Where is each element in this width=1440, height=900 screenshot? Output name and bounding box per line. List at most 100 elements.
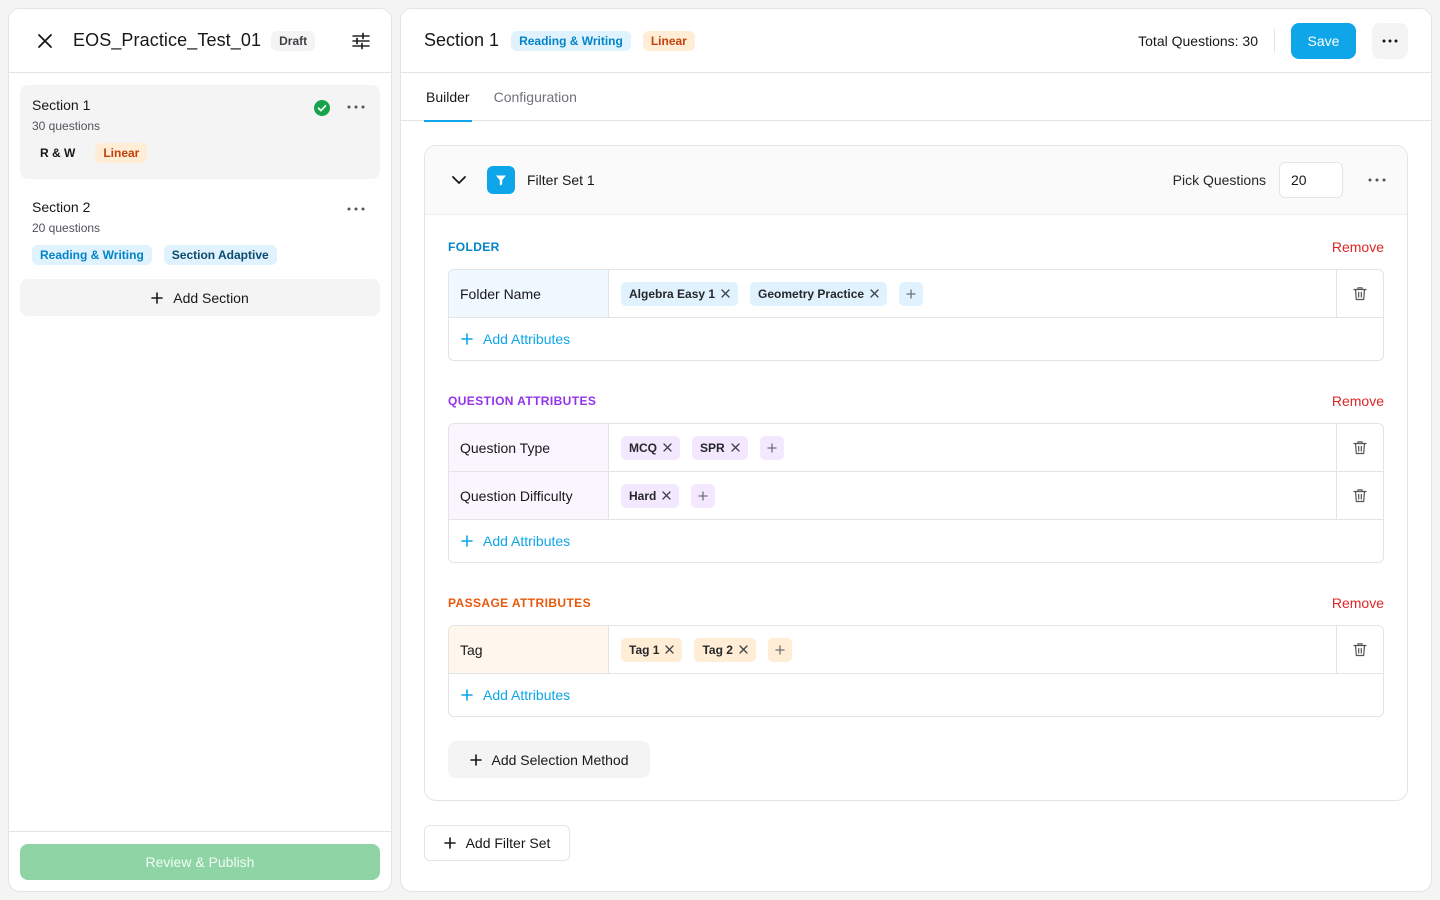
pick-questions-label: Pick Questions: [1172, 172, 1266, 188]
add-filter-set-label: Add Filter Set: [465, 835, 551, 851]
check-circle-icon: [314, 100, 330, 116]
chip-label: SPR: [700, 440, 725, 455]
add-selection-method-label: Add Selection Method: [491, 751, 629, 768]
section-type-tag: Reading & Writing: [32, 245, 152, 265]
folder-group: FOLDER Remove Folder Name Algebra Easy 1: [448, 235, 1384, 361]
plus-icon: [151, 291, 164, 304]
filter-set-more-button[interactable]: [1365, 170, 1389, 190]
plus-icon: [461, 689, 473, 701]
attribute-label: Tag: [449, 626, 609, 673]
collapse-button[interactable]: [445, 166, 473, 194]
close-icon[interactable]: [731, 443, 740, 452]
section-more-button[interactable]: [344, 199, 368, 219]
attribute-values: Tag 1 Tag 2: [609, 626, 1336, 673]
tab-builder[interactable]: Builder: [424, 73, 472, 122]
add-attributes-label: Add Attributes: [483, 331, 571, 347]
add-selection-method-button[interactable]: Add Selection Method: [448, 741, 650, 778]
group-title: FOLDER: [448, 240, 500, 254]
sliders-icon: [352, 32, 370, 49]
section-card-1[interactable]: Section 1 30 questions R & W Linear: [20, 85, 380, 179]
section-name: Section 2: [32, 199, 91, 215]
plus-icon: [767, 442, 777, 453]
value-chip: Algebra Easy 1: [621, 281, 739, 306]
attribute-values: MCQ SPR: [609, 424, 1336, 471]
chip-label: Hard: [629, 488, 657, 503]
chip-label: MCQ: [629, 440, 657, 455]
plus-icon: [698, 490, 708, 501]
attribute-row: Question Type MCQ SPR: [449, 424, 1383, 472]
editor-header: Section 1 Reading & Writing Linear Total…: [401, 9, 1431, 73]
section-card-2[interactable]: Section 2 20 questions Reading & Writing…: [20, 187, 380, 271]
section-question-count: 30 questions: [32, 119, 101, 133]
delete-row-button[interactable]: [1336, 424, 1383, 471]
add-value-button[interactable]: [691, 483, 716, 508]
section-more-button[interactable]: [344, 97, 368, 117]
filter-set-name: Filter Set 1: [527, 172, 595, 188]
delete-row-button[interactable]: [1336, 270, 1383, 317]
attributes-table: Tag Tag 1 Tag 2 Add Attributes: [448, 625, 1384, 717]
close-icon[interactable]: [739, 645, 748, 654]
trash-icon: [1353, 489, 1367, 503]
sections-list: Section 1 30 questions R & W Linear Sect…: [9, 73, 391, 328]
editor-tabs: Builder Configuration: [401, 73, 1431, 122]
close-icon[interactable]: [663, 443, 672, 452]
chip-label: Geometry Practice: [758, 286, 865, 301]
test-title: EOS_Practice_Test_01: [73, 30, 262, 50]
attribute-row: Folder Name Algebra Easy 1 Geometry Prac…: [449, 270, 1383, 318]
close-button[interactable]: [31, 27, 59, 55]
plus-icon: [443, 837, 456, 849]
section-type-tag: Reading & Writing: [511, 30, 631, 51]
tab-configuration[interactable]: Configuration: [492, 73, 579, 121]
chevron-down-icon: [452, 176, 466, 184]
close-icon[interactable]: [870, 289, 879, 298]
more-horizontal-icon: [1382, 39, 1398, 42]
remove-question-attributes-button[interactable]: Remove: [1332, 393, 1384, 409]
pick-questions-input[interactable]: [1279, 162, 1343, 198]
group-title: QUESTION ATTRIBUTES: [448, 394, 597, 408]
remove-folder-button[interactable]: Remove: [1332, 239, 1384, 255]
review-publish-button[interactable]: Review & Publish: [20, 843, 380, 880]
filter-icon: [487, 166, 515, 194]
settings-button[interactable]: [347, 27, 375, 55]
close-icon[interactable]: [665, 645, 675, 654]
attribute-row: Question Difficulty Hard: [449, 472, 1383, 520]
save-button[interactable]: Save: [1291, 22, 1356, 59]
add-attributes-button[interactable]: Add Attributes: [449, 674, 570, 716]
chip-label: Tag 1: [629, 642, 660, 657]
value-chip: Tag 1: [621, 637, 683, 662]
value-chip: Geometry Practice: [750, 281, 888, 306]
remove-passage-attributes-button[interactable]: Remove: [1332, 595, 1384, 611]
add-value-button[interactable]: [759, 435, 784, 460]
trash-icon: [1353, 643, 1367, 657]
trash-icon: [1353, 441, 1367, 455]
chip-label: Algebra Easy 1: [629, 286, 716, 301]
add-attributes-label: Add Attributes: [483, 533, 571, 549]
status-badge: Draft: [271, 30, 316, 51]
close-icon[interactable]: [721, 289, 730, 298]
plus-icon: [906, 288, 916, 299]
page-title: Section 1: [424, 30, 500, 50]
section-mode-tag: Linear: [95, 143, 148, 163]
add-attributes-button[interactable]: Add Attributes: [449, 520, 570, 562]
attribute-row: Tag Tag 1 Tag 2: [449, 626, 1383, 674]
value-chip: MCQ: [621, 435, 680, 460]
value-chip: Hard: [621, 483, 680, 508]
plus-icon: [775, 644, 785, 655]
filter-set-card: Filter Set 1 Pick Questions FOLDER Remov…: [424, 145, 1408, 801]
delete-row-button[interactable]: [1336, 626, 1383, 673]
add-value-button[interactable]: [899, 281, 924, 306]
add-attributes-button[interactable]: Add Attributes: [449, 318, 570, 360]
builder-content: Filter Set 1 Pick Questions FOLDER Remov…: [401, 121, 1431, 885]
add-filter-set-button[interactable]: Add Filter Set: [424, 825, 570, 861]
section-mode-tag: Section Adaptive: [163, 245, 277, 265]
sections-sidebar: EOS_Practice_Test_01 Draft Section 1 30 …: [8, 8, 392, 892]
filter-set-body: FOLDER Remove Folder Name Algebra Easy 1: [425, 214, 1407, 800]
add-value-button[interactable]: [767, 637, 792, 662]
attribute-label: Question Difficulty: [449, 472, 609, 519]
header-more-button[interactable]: [1372, 22, 1408, 59]
close-icon: [38, 33, 52, 48]
section-editor: Section 1 Reading & Writing Linear Total…: [400, 8, 1432, 892]
delete-row-button[interactable]: [1336, 472, 1383, 519]
add-section-button[interactable]: Add Section: [20, 279, 380, 316]
close-icon[interactable]: [662, 491, 671, 500]
